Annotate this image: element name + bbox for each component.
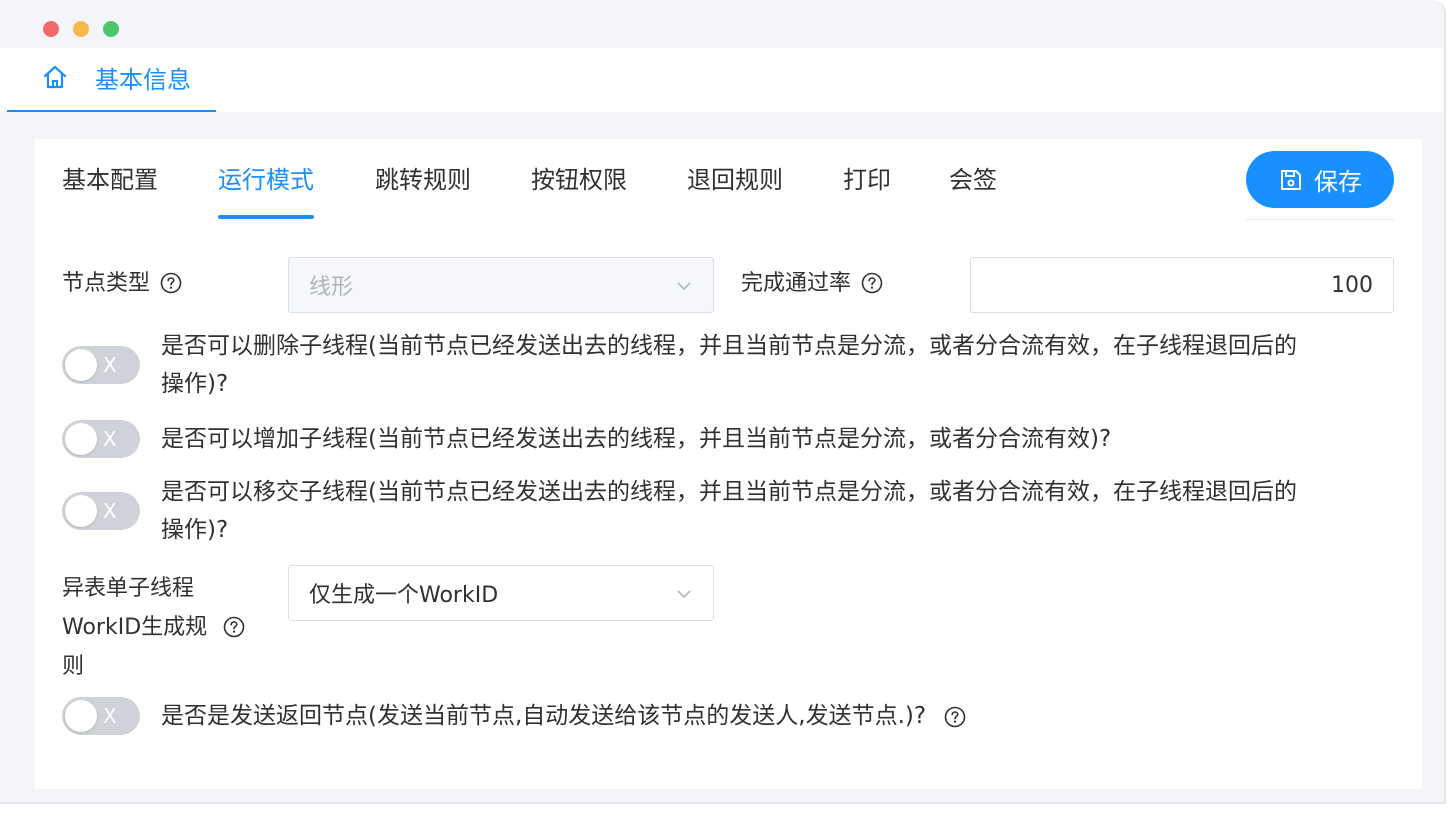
page-tab-label: 基本信息 — [95, 66, 191, 94]
page-tab-bar: 基本信息 — [0, 48, 1444, 112]
pass-rate-label: 完成通过率 — [741, 271, 883, 297]
title-bar — [0, 0, 1444, 48]
workid-rule-label: 异表单子线程 WorkID生成规 则 — [62, 569, 245, 686]
add-subthread-switch[interactable]: X — [62, 420, 140, 458]
page-tab-basic-info[interactable]: 基本信息 — [7, 48, 216, 112]
node-type-label: 节点类型 — [62, 271, 182, 297]
help-icon[interactable] — [160, 272, 182, 294]
maximize-window-button[interactable] — [103, 21, 119, 37]
chevron-down-icon — [677, 282, 691, 291]
app-window: 基本信息 基本配置 运行模式 跳转规则 按钮权限 退回规则 打印 会签 保存 节… — [0, 0, 1446, 804]
workid-rule-select[interactable]: 仅生成一个WorkID — [288, 565, 714, 621]
minimize-window-button[interactable] — [73, 21, 89, 37]
tab-return-rules[interactable]: 退回规则 — [687, 163, 783, 219]
switch-off-mark: X — [103, 427, 117, 451]
home-icon — [43, 65, 67, 89]
send-return-node-switch[interactable]: X — [62, 697, 140, 735]
divider — [1246, 219, 1394, 220]
pass-rate-input[interactable]: 100 — [970, 257, 1394, 313]
tab-basic-config[interactable]: 基本配置 — [62, 163, 158, 219]
settings-card: 基本配置 运行模式 跳转规则 按钮权限 退回规则 打印 会签 保存 节点类型 线… — [35, 139, 1422, 789]
tab-button-permissions[interactable]: 按钮权限 — [531, 163, 627, 219]
tab-run-mode[interactable]: 运行模式 — [218, 163, 314, 219]
close-window-button[interactable] — [43, 21, 59, 37]
tab-countersign[interactable]: 会签 — [949, 163, 997, 219]
switch-off-mark: X — [103, 353, 117, 377]
transfer-subthread-switch[interactable]: X — [62, 492, 140, 530]
delete-subthread-label: 是否可以删除子线程(当前节点已经发送出去的线程，并且当前节点是分流，或者分合流有… — [161, 333, 1297, 397]
save-icon — [1281, 169, 1301, 190]
delete-subthread-switch[interactable]: X — [62, 346, 140, 384]
add-subthread-label: 是否可以增加子线程(当前节点已经发送出去的线程，并且当前节点是分流，或者分合流有… — [161, 426, 1112, 452]
switch-knob — [65, 495, 97, 527]
switch-knob — [65, 349, 97, 381]
sub-tab-bar: 基本配置 运行模式 跳转规则 按钮权限 退回规则 打印 会签 — [35, 139, 1035, 223]
tab-print[interactable]: 打印 — [843, 163, 891, 219]
save-button-label: 保存 — [1314, 168, 1362, 196]
help-icon[interactable] — [861, 272, 883, 294]
switch-off-mark: X — [103, 704, 117, 728]
help-icon[interactable] — [944, 706, 966, 728]
node-type-select: 线形 — [288, 257, 714, 313]
tab-jump-rules[interactable]: 跳转规则 — [375, 163, 471, 219]
help-icon[interactable] — [223, 616, 245, 638]
switch-knob — [65, 700, 97, 732]
switch-knob — [65, 423, 97, 455]
transfer-subthread-label: 是否可以移交子线程(当前节点已经发送出去的线程，并且当前节点是分流，或者分合流有… — [161, 479, 1297, 543]
switch-off-mark: X — [103, 499, 117, 523]
chevron-down-icon — [677, 590, 691, 599]
send-return-node-label: 是否是发送返回节点(发送当前节点,自动发送给该节点的发送人,发送节点.)? — [161, 697, 966, 735]
save-button[interactable]: 保存 — [1246, 151, 1394, 208]
